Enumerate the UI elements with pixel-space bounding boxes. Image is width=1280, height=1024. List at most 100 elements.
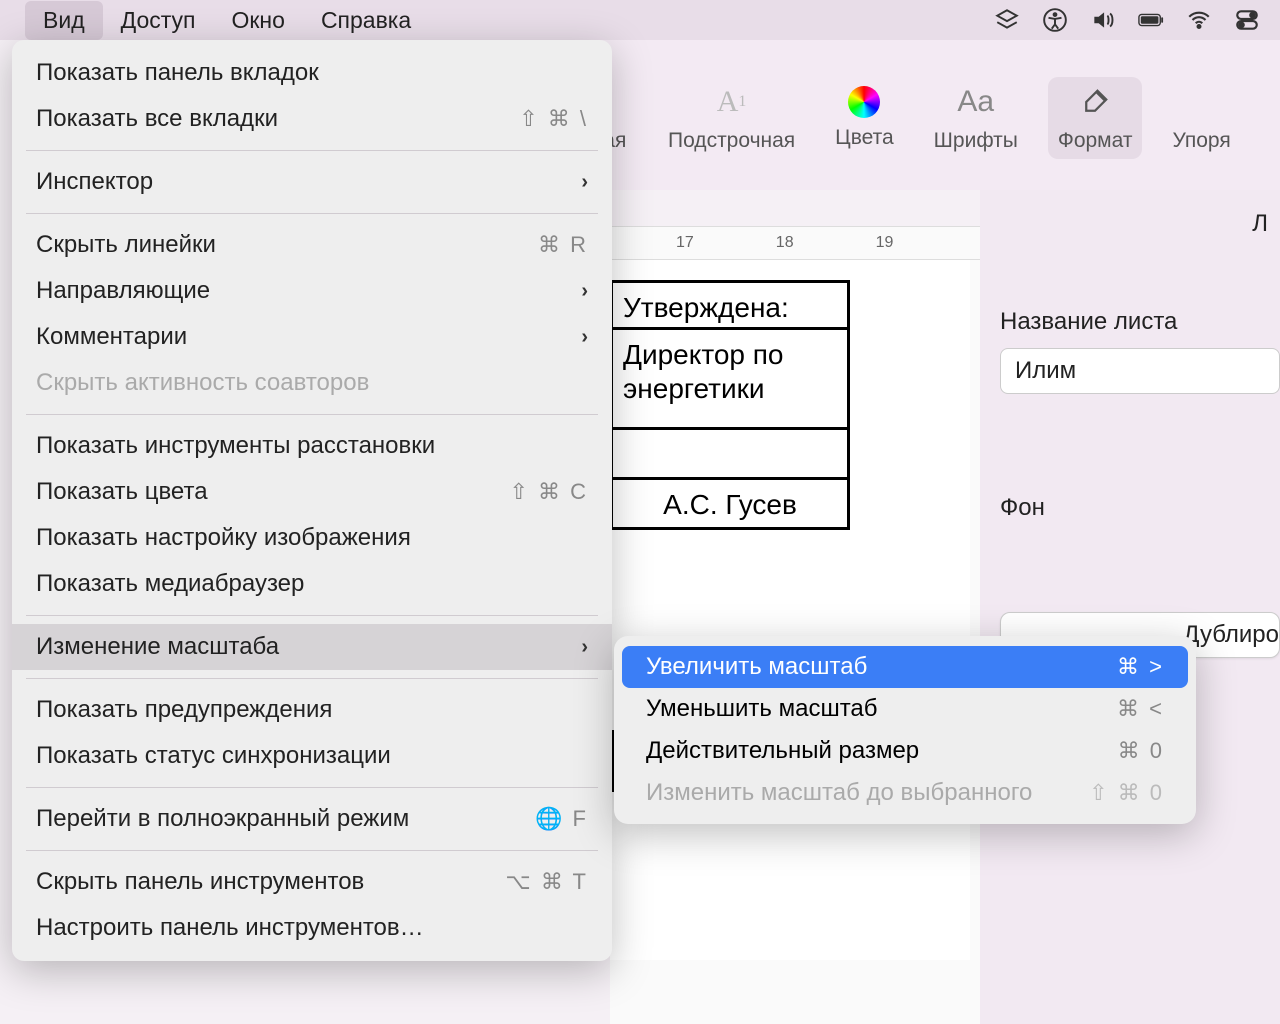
table-cell[interactable]: Директор по энергетики bbox=[610, 330, 850, 430]
menu-shortcut: ⌥ ⌘ T bbox=[505, 869, 588, 895]
menu-item-label: Инспектор bbox=[36, 168, 153, 196]
menu-separator bbox=[26, 678, 598, 679]
menu-item-label: Показать настройку изображения bbox=[36, 524, 411, 552]
menu-fullscreen[interactable]: Перейти в полноэкранный режим 🌐 F bbox=[12, 796, 612, 842]
menu-show-sync-status[interactable]: Показать статус синхронизации bbox=[12, 733, 612, 779]
menu-separator bbox=[26, 213, 598, 214]
table-cell[interactable]: Утверждена: bbox=[610, 280, 850, 330]
menu-item-label: Увеличить масштаб bbox=[646, 653, 867, 681]
menu-show-colors[interactable]: Показать цвета ⇧ ⌘ C bbox=[12, 469, 612, 515]
tool-format[interactable]: Формат bbox=[1048, 77, 1143, 159]
menu-show-image-adjust[interactable]: Показать настройку изображения bbox=[12, 515, 612, 561]
tool-arrange-label: Упоря bbox=[1172, 129, 1230, 153]
arrange-icon bbox=[1183, 83, 1221, 121]
submenu-actual-size[interactable]: Действительный размер ⌘ 0 bbox=[622, 730, 1188, 772]
menu-inspector[interactable]: Инспектор › bbox=[12, 159, 612, 205]
menu-show-tab-bar[interactable]: Показать панель вкладок bbox=[12, 50, 612, 96]
control-center-icon[interactable] bbox=[1234, 7, 1260, 33]
menu-show-warnings[interactable]: Показать предупреждения bbox=[12, 687, 612, 733]
menubar: Вид Доступ Окно Справка bbox=[0, 0, 1280, 40]
sheet-name-input[interactable]: Илим bbox=[1000, 348, 1280, 394]
menu-item-label: Уменьшить масштаб bbox=[646, 695, 878, 723]
menu-hide-rulers[interactable]: Скрыть линейки ⌘ R bbox=[12, 222, 612, 268]
menu-item-label: Скрыть линейки bbox=[36, 231, 216, 259]
tool-colors[interactable]: Цвета bbox=[825, 80, 904, 156]
menu-separator bbox=[26, 414, 598, 415]
menu-item-label: Скрыть активность соавторов bbox=[36, 369, 369, 397]
menu-shortcut: 🌐 F bbox=[535, 806, 588, 832]
subscript-icon: A1 bbox=[713, 83, 751, 121]
doc-table: Утверждена: Директор по энергетики А.С. … bbox=[610, 280, 850, 530]
toolbar: ная A1 Подстрочная Цвета Aa Шрифты Форма… bbox=[600, 40, 1280, 190]
menu-item-label: Показать все вкладки bbox=[36, 105, 278, 133]
menu-item-label: Перейти в полноэкранный режим bbox=[36, 805, 409, 833]
menu-item-label: Настроить панель инструментов… bbox=[36, 914, 424, 942]
menu-item-label: Изменение масштаба bbox=[36, 633, 279, 661]
menu-item-label: Показать предупреждения bbox=[36, 696, 332, 724]
battery-icon[interactable] bbox=[1138, 7, 1164, 33]
wifi-icon[interactable] bbox=[1186, 7, 1212, 33]
background-label: Фон bbox=[1000, 494, 1280, 522]
menu-item-label: Комментарии bbox=[36, 323, 187, 351]
menu-shortcut: ⌘ < bbox=[1117, 696, 1164, 722]
chevron-right-icon: › bbox=[581, 171, 588, 194]
inspector-panel: Л Название листа Илим Фон Дублиро bbox=[980, 190, 1280, 1024]
ruler-mark: 17 bbox=[676, 234, 694, 252]
tool-fonts-label: Шрифты bbox=[934, 129, 1018, 153]
menu-zoom[interactable]: Изменение масштаба › bbox=[12, 624, 612, 670]
menu-shortcut: ⌘ 0 bbox=[1118, 738, 1164, 764]
menu-view[interactable]: Вид bbox=[25, 1, 103, 40]
menu-comments[interactable]: Комментарии › bbox=[12, 314, 612, 360]
menu-share[interactable]: Доступ bbox=[103, 1, 214, 40]
menu-separator bbox=[26, 150, 598, 151]
menu-customize-toolbar[interactable]: Настроить панель инструментов… bbox=[12, 905, 612, 951]
menu-item-label: Показать цвета bbox=[36, 478, 208, 506]
menu-item-label: Изменить масштаб до выбранного bbox=[646, 779, 1032, 807]
menu-show-arrange-tools[interactable]: Показать инструменты расстановки bbox=[12, 423, 612, 469]
tool-arrange[interactable]: Упоря bbox=[1162, 77, 1240, 159]
tool-fonts[interactable]: Aa Шрифты bbox=[924, 77, 1028, 159]
stack-icon[interactable] bbox=[994, 7, 1020, 33]
menu-shortcut: ⇧ ⌘ 0 bbox=[1089, 780, 1164, 806]
submenu-zoom-out[interactable]: Уменьшить масштаб ⌘ < bbox=[622, 688, 1188, 730]
chevron-right-icon: › bbox=[581, 280, 588, 303]
menu-hide-coauthor: Скрыть активность соавторов bbox=[12, 360, 612, 406]
sheet-name-label: Название листа bbox=[1000, 308, 1280, 336]
menu-window[interactable]: Окно bbox=[213, 1, 302, 40]
menu-separator bbox=[26, 787, 598, 788]
menu-item-label: Показать панель вкладок bbox=[36, 59, 319, 87]
menu-shortcut: ⇧ ⌘ C bbox=[509, 479, 588, 505]
menu-separator bbox=[26, 615, 598, 616]
submenu-zoom-in[interactable]: Увеличить масштаб ⌘ > bbox=[622, 646, 1188, 688]
menubar-left: Вид Доступ Окно Справка bbox=[25, 1, 429, 40]
menu-item-label: Действительный размер bbox=[646, 737, 919, 765]
ruler-mark: 19 bbox=[876, 234, 894, 252]
ruler-mark: 18 bbox=[776, 234, 794, 252]
table-cell[interactable]: А.С. Гусев bbox=[610, 480, 850, 530]
menu-shortcut: ⌘ > bbox=[1117, 654, 1164, 680]
zoom-submenu: Увеличить масштаб ⌘ > Уменьшить масштаб … bbox=[614, 636, 1196, 824]
menu-help[interactable]: Справка bbox=[303, 1, 429, 40]
tool-subscript[interactable]: A1 Подстрочная bbox=[658, 77, 805, 159]
volume-icon[interactable] bbox=[1090, 7, 1116, 33]
menu-shortcut: ⇧ ⌘ \ bbox=[519, 106, 588, 132]
menu-show-media-browser[interactable]: Показать медиабраузер bbox=[12, 561, 612, 607]
view-menu: Показать панель вкладок Показать все вкл… bbox=[12, 40, 612, 961]
menu-item-label: Направляющие bbox=[36, 277, 210, 305]
format-icon bbox=[1076, 83, 1114, 121]
menu-hide-toolbar[interactable]: Скрыть панель инструментов ⌥ ⌘ T bbox=[12, 859, 612, 905]
tool-colors-label: Цвета bbox=[835, 126, 894, 150]
chevron-right-icon: › bbox=[581, 636, 588, 659]
accessibility-icon[interactable] bbox=[1042, 7, 1068, 33]
menu-guides[interactable]: Направляющие › bbox=[12, 268, 612, 314]
inspector-tab-partial[interactable]: Л bbox=[1000, 210, 1280, 238]
table-cell[interactable] bbox=[610, 430, 850, 480]
menu-item-label: Показать статус синхронизации bbox=[36, 742, 391, 770]
ruler: 17 18 19 bbox=[610, 226, 980, 260]
menubar-status bbox=[994, 7, 1270, 33]
menu-item-label: Показать инструменты расстановки bbox=[36, 432, 435, 460]
document-page: Утверждена: Директор по энергетики А.С. … bbox=[610, 260, 970, 960]
menu-show-all-tabs[interactable]: Показать все вкладки ⇧ ⌘ \ bbox=[12, 96, 612, 142]
menu-item-label: Показать медиабраузер bbox=[36, 570, 304, 598]
menu-item-label: Скрыть панель инструментов bbox=[36, 868, 364, 896]
